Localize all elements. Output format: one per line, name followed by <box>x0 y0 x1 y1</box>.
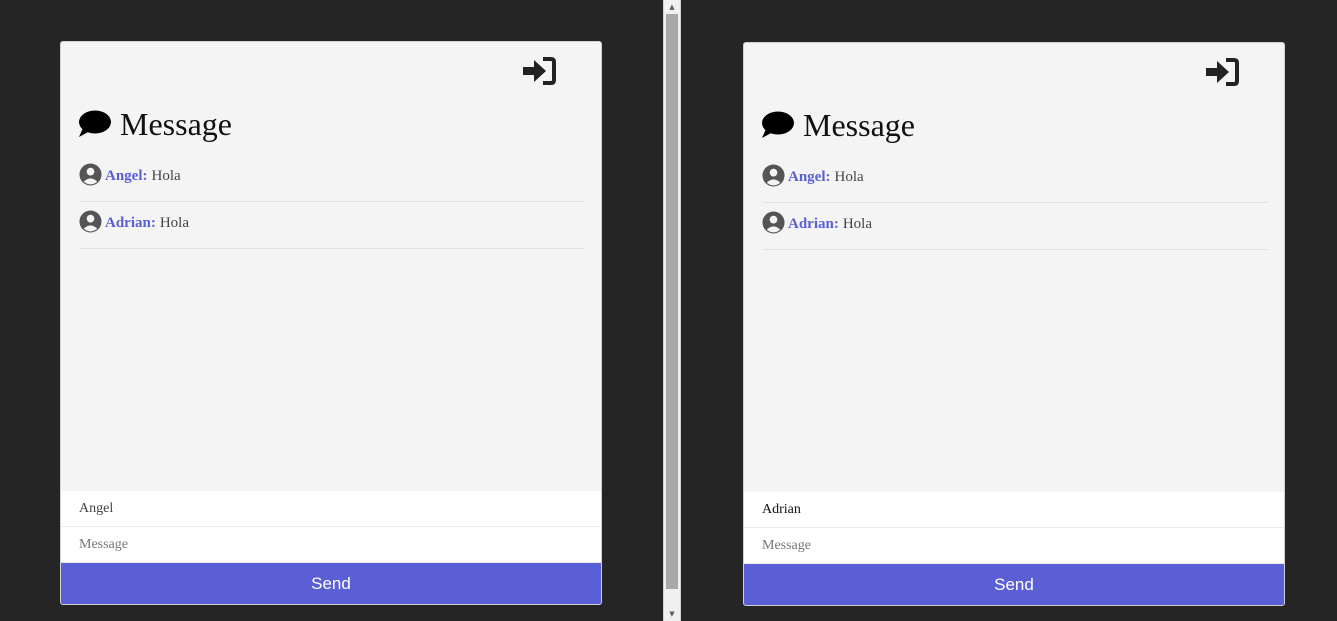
sign-in-icon <box>523 57 556 85</box>
vertical-scrollbar[interactable]: ▲ ▼ <box>663 0 681 621</box>
user-circle-icon <box>79 210 102 233</box>
send-button[interactable]: Send <box>61 563 601 604</box>
page-title: Message <box>761 105 915 145</box>
message-text: Hola <box>842 216 873 232</box>
comment-icon <box>762 111 794 138</box>
message-item: Angel: Hola <box>762 156 1268 203</box>
page-title-text: Message <box>803 106 915 143</box>
chat-card: Message Angel: Hola Adrian: Hola <box>743 42 1285 606</box>
logout-button[interactable] <box>1204 57 1240 87</box>
message-input[interactable] <box>744 528 1284 564</box>
message-list: Angel: Hola Adrian: Hola <box>79 155 585 249</box>
name-input[interactable] <box>744 492 1284 528</box>
message-item: Angel: Hola <box>79 155 585 202</box>
message-form: Send <box>61 491 601 604</box>
scrollbar-thumb[interactable] <box>666 14 678 589</box>
message-author: Adrian: <box>105 215 156 231</box>
message-form: Send <box>744 492 1284 605</box>
scroll-up-arrow-icon[interactable]: ▲ <box>664 0 680 14</box>
message-item: Adrian: Hola <box>762 203 1268 250</box>
message-author: Adrian: <box>788 216 839 232</box>
page-title: Message <box>78 104 232 144</box>
send-button[interactable]: Send <box>744 564 1284 605</box>
sign-in-icon <box>1206 58 1239 86</box>
user-circle-icon <box>762 164 785 187</box>
message-text: Hola <box>151 168 181 184</box>
chat-card: Message Angel: Hola Adrian: Hola <box>60 41 602 605</box>
scroll-down-arrow-icon[interactable]: ▼ <box>664 607 680 621</box>
chat-window-right: Message Angel: Hola Adrian: Hola Adrian … <box>681 0 1337 621</box>
user-circle-icon <box>762 211 785 234</box>
user-circle-icon <box>79 163 102 186</box>
message-text: Hola <box>834 169 864 185</box>
message-author: Angel: <box>105 168 148 184</box>
page-title-text: Message <box>120 105 232 142</box>
message-author: Angel: <box>788 169 831 185</box>
message-list: Angel: Hola Adrian: Hola <box>762 156 1268 250</box>
logout-button[interactable] <box>521 56 557 86</box>
chat-window-left: Message Angel: Hola Adrian: Hola Angel M… <box>0 0 663 621</box>
name-input[interactable] <box>61 491 601 527</box>
message-text: Hola <box>159 215 190 231</box>
message-item: Adrian: Hola <box>79 202 585 249</box>
comment-icon <box>79 110 111 137</box>
message-input[interactable] <box>61 527 601 563</box>
